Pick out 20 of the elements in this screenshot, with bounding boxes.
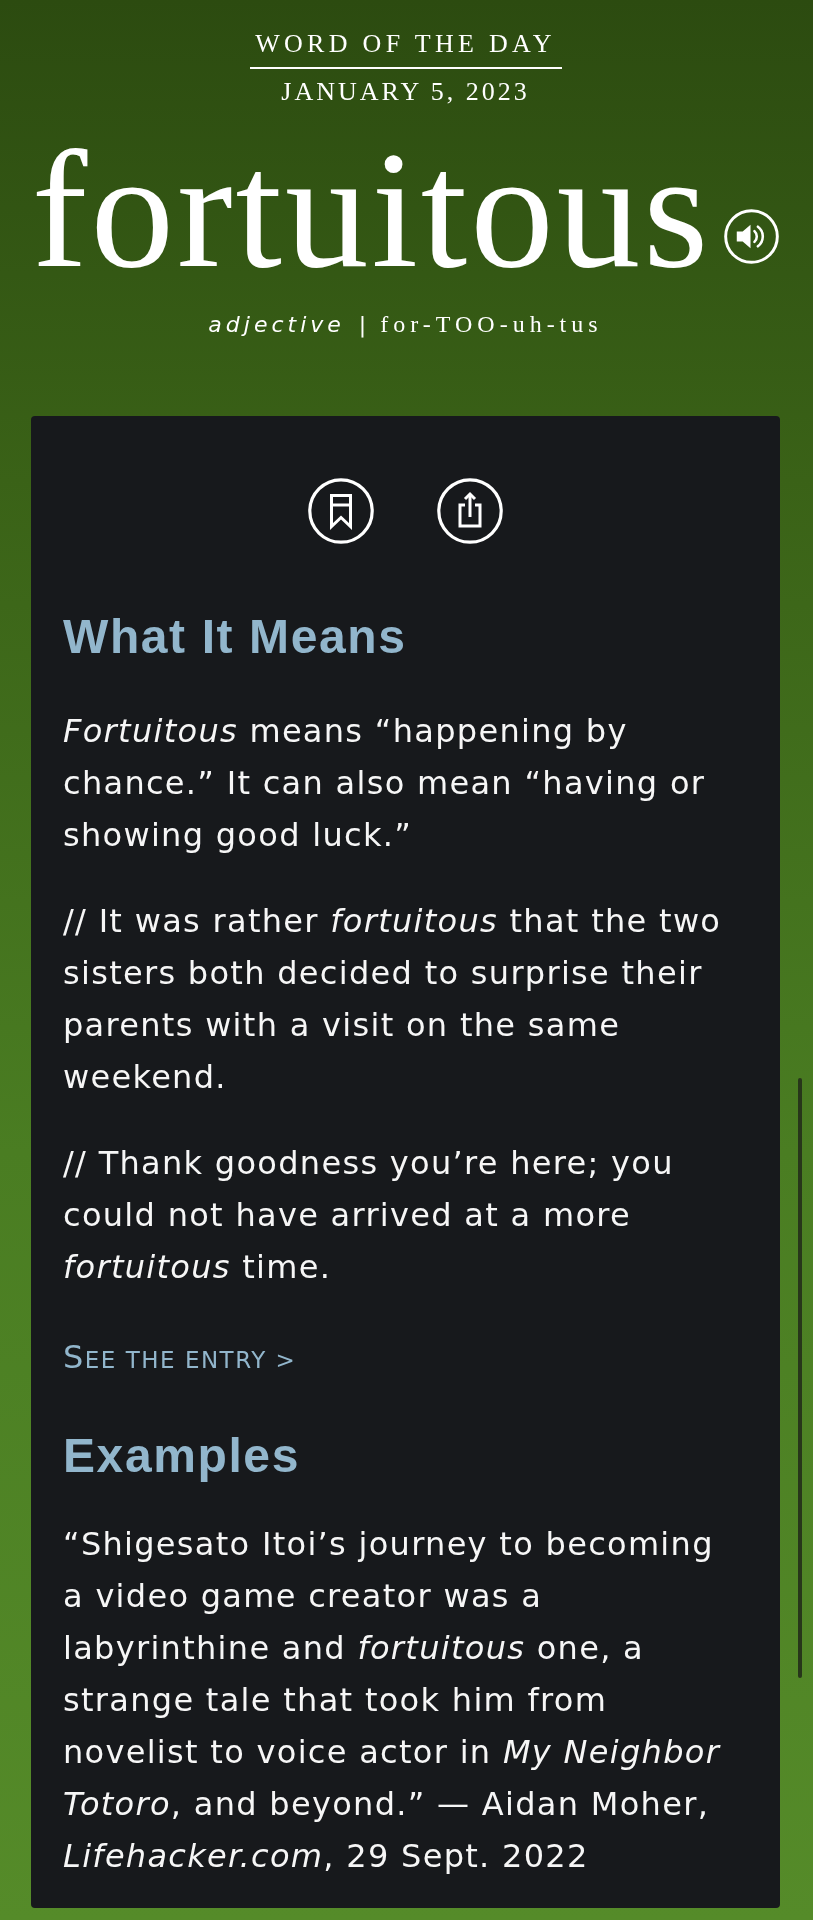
section-heading: What It Means (63, 609, 408, 665)
pronunciation-text: for-TOO-uh-tus (380, 310, 603, 339)
pronunciation-audio-button[interactable] (724, 209, 780, 264)
see-entry-link[interactable]: SEE THE ENTRY > (63, 1337, 297, 1380)
eyebrow-label: WORD OF THE DAY (255, 28, 556, 59)
usage-example: // Thank goodness you’re here; you could not have arrived at a more fortuitous time. (63, 1143, 675, 1288)
share-icon (436, 478, 503, 544)
section-heading: Examples (63, 1428, 301, 1484)
speaker-icon (724, 209, 780, 264)
separator-text: | (358, 311, 367, 340)
usage-example: // It was rather fortuitous that the two sisters both decided to surprise their parents with a visit on the same weekend. (63, 901, 723, 1098)
date-label: JANUARY 5, 2023 (281, 76, 530, 107)
scrollbar-thumb[interactable] (798, 1078, 802, 1678)
share-button[interactable] (436, 478, 503, 544)
bookmark-button[interactable] (307, 478, 374, 544)
quotation-text: “Shigesato Itoi’s journey to becoming a video game creator was a labyrinthine and fortuitous one, a strange tale that took him from novelist to voice actor in My Neighbor Totoro, and beyond.” — Aidan Moher, Lifehacker.com, 29 Sept. 2022 (63, 1524, 722, 1877)
bookmark-icon (307, 478, 374, 544)
part-of-speech: adjective (208, 311, 345, 339)
headword: fortuitous (31, 127, 712, 292)
definition-text: Fortuitous means “happening by chance.” It can also mean “having or showing good luck.” (63, 711, 707, 856)
